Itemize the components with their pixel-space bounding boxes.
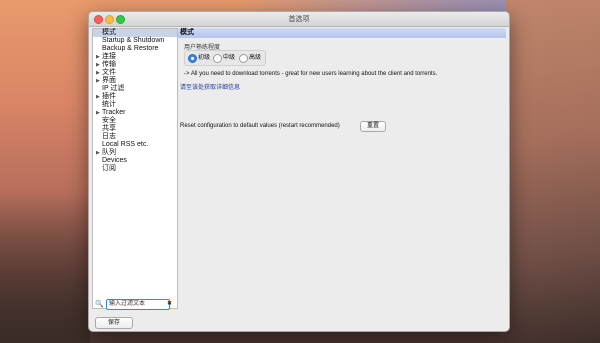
tree-item-logging[interactable]: 日志 (93, 133, 177, 141)
expand-arrow-icon[interactable]: ▶ (96, 109, 100, 117)
tree-item-startup-shutdown[interactable]: Startup & Shutdown (93, 37, 177, 45)
tree-item-label: IP 过滤 (102, 85, 125, 92)
tree-item-label: Tracker (102, 109, 126, 116)
tree-item-tracker[interactable]: ▶ Tracker (93, 109, 177, 117)
tree-item-statistics[interactable]: 统计 (93, 101, 177, 109)
title-bar[interactable]: 首选项 (89, 12, 509, 27)
radio-button-icon[interactable] (188, 54, 197, 63)
search-icon: 🔍 (95, 301, 104, 308)
tree-item-label: 日志 (102, 133, 116, 140)
radio-label: 初级 (198, 55, 211, 61)
tree-item-security[interactable]: 安全 (93, 117, 177, 125)
mountain-silhouette (505, 0, 600, 343)
more-info-link[interactable]: 请至该处获取详细信息 (180, 82, 240, 91)
settings-panel: 模式 用户熟练程度 初级 中级 高级 -> All you need to do… (178, 28, 506, 327)
tree-item-plugins[interactable]: ▶ 插件 (93, 93, 177, 101)
expand-arrow-icon[interactable]: ▶ (96, 149, 100, 157)
expand-arrow-icon[interactable]: ▶ (96, 69, 100, 77)
tree-item-label: 队列 (102, 149, 116, 156)
tree-item-subscriptions[interactable]: 订阅 (93, 165, 177, 173)
radio-button-icon[interactable] (239, 54, 248, 63)
panel-title: 模式 (178, 28, 506, 38)
radio-label: 中级 (223, 55, 236, 61)
tree-item-label: 订阅 (102, 165, 116, 172)
tree-item-queue[interactable]: ▶ 队列 (93, 149, 177, 157)
tree-item-backup-restore[interactable]: Backup & Restore (93, 45, 177, 53)
tree-item-mode[interactable]: 模式 (93, 29, 177, 37)
filter-input[interactable] (106, 299, 170, 310)
radio-button-icon[interactable] (213, 54, 222, 63)
window-title: 首选项 (288, 16, 310, 23)
radio-advanced[interactable]: 高级 (239, 54, 262, 63)
expand-arrow-icon[interactable]: ▶ (96, 61, 100, 69)
tree-item-label: Startup & Shutdown (102, 37, 165, 44)
tree-item-sharing[interactable]: 共享 (93, 125, 177, 133)
clear-icon[interactable]: ✖ (167, 300, 172, 307)
tree-item-label: 安全 (102, 117, 116, 124)
filter-box: 🔍 ✖ (92, 299, 172, 310)
expand-arrow-icon[interactable]: ▶ (96, 53, 100, 61)
tree-item-label: Local RSS etc. (102, 141, 149, 148)
tree-item-ip-filter[interactable]: IP 过滤 (93, 85, 177, 93)
tree-item-devices[interactable]: Devices (93, 157, 177, 165)
tree-item-label: 传输 (102, 61, 116, 68)
tree-item-label: 插件 (102, 93, 116, 100)
reset-config-label: Reset configuration to default values (r… (180, 123, 340, 129)
proficiency-radio-group: 初级 中级 高级 (184, 50, 266, 66)
radio-beginner[interactable]: 初级 (188, 54, 211, 63)
tree-item-label: 连接 (102, 53, 116, 60)
cliff-silhouette (0, 193, 90, 343)
radio-intermediate[interactable]: 中级 (213, 54, 236, 63)
tree-item-interface[interactable]: ▶ 界面 (93, 77, 177, 85)
mode-description: -> All you need to download torrents - g… (184, 71, 438, 77)
tree-item-transfer[interactable]: ▶ 传输 (93, 61, 177, 69)
tree-item-label: Devices (102, 157, 127, 164)
tree-item-label: 共享 (102, 125, 116, 132)
preferences-tree: 模式 Startup & Shutdown Backup & Restore ▶… (92, 28, 178, 309)
expand-arrow-icon[interactable]: ▶ (96, 93, 100, 101)
tree-item-local-rss[interactable]: Local RSS etc. (93, 141, 177, 149)
tree-item-label: Backup & Restore (102, 45, 159, 52)
save-button[interactable]: 保存 (95, 317, 133, 329)
expand-arrow-icon[interactable]: ▶ (96, 77, 100, 85)
radio-label: 高级 (249, 55, 262, 61)
reset-button[interactable]: 重置 (360, 121, 386, 132)
tree-item-label: 界面 (102, 77, 116, 84)
tree-item-label: 模式 (102, 29, 116, 36)
tree-item-files[interactable]: ▶ 文件 (93, 69, 177, 77)
tree-item-label: 文件 (102, 69, 116, 76)
tree-item-connection[interactable]: ▶ 连接 (93, 53, 177, 61)
tree-item-label: 统计 (102, 101, 116, 108)
preferences-window: 首选项 模式 Startup & Shutdown Backup & Resto… (88, 11, 510, 332)
